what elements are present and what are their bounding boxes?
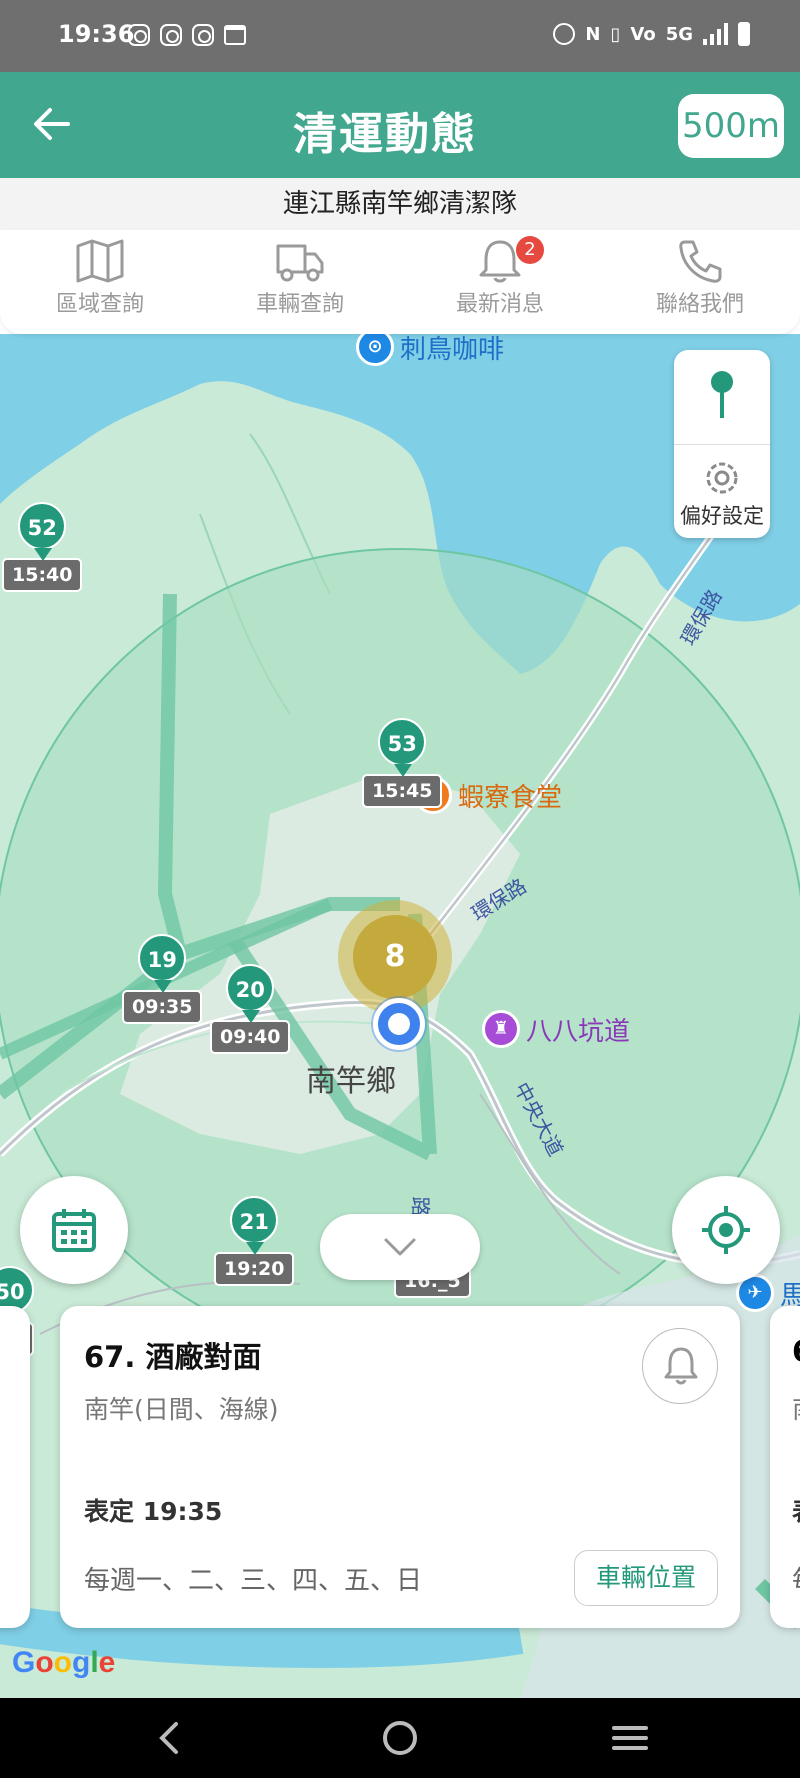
vibrate-icon: ▯: [610, 23, 621, 45]
map-view[interactable]: ⊙ 刺鳥咖啡 ψ 蝦寮食堂 ♜ 八八坑道 ✈ 馬 環保路 環保路 中央大道 路 …: [0, 334, 800, 1698]
system-nav-bar: [0, 1698, 800, 1778]
tab-label: 聯絡我們: [655, 292, 744, 317]
shopping-bag-icon: ⊙: [356, 334, 394, 366]
status-bar: 19:36 N ▯ Vo 5G: [0, 0, 800, 72]
stop-pin[interactable]: 53 15:45: [362, 718, 443, 808]
poi-cafe[interactable]: ⊙ 刺鳥咖啡: [356, 334, 504, 366]
tab-contact-us[interactable]: 聯絡我們: [600, 230, 800, 334]
tab-label: 區域查詢: [55, 292, 144, 317]
preferences-label: 偏好設定: [680, 504, 764, 528]
instagram-icon: [160, 24, 182, 46]
gear-icon[interactable]: [700, 456, 744, 500]
scheduled-time: 表定 19:35: [84, 1497, 223, 1526]
radius-button[interactable]: 500m: [678, 94, 784, 158]
truck-icon: [276, 244, 324, 282]
stop-name: 67. 酒廠對面: [84, 1340, 262, 1374]
my-location-button[interactable]: [672, 1176, 780, 1284]
alarm-icon: [553, 23, 576, 45]
poi-tunnel[interactable]: ♜ 八八坑道: [482, 1010, 630, 1048]
stop-card-previous[interactable]: [0, 1306, 30, 1628]
app-header: 清運動態 500m: [0, 72, 800, 178]
signal-icon: [703, 23, 728, 45]
landmark-icon: ♜: [482, 1010, 520, 1048]
tab-bar: 區域查詢 車輛查詢 2 最新消息 聯絡我們: [0, 230, 800, 334]
stop-pin[interactable]: 52 15:40: [2, 502, 83, 592]
back-nav-icon[interactable]: [150, 1718, 190, 1758]
instagram-icon: [128, 24, 150, 46]
vehicle-location-button[interactable]: 車輛位置: [574, 1550, 718, 1606]
notification-badge: 2: [516, 236, 544, 264]
calendar-notification-icon: [224, 25, 246, 45]
stop-pin[interactable]: 21 19:20: [214, 1196, 295, 1286]
tab-label: 最新消息: [455, 292, 544, 317]
map-icon: [76, 239, 124, 283]
map-side-controls: 偏好設定: [674, 350, 770, 538]
stop-pin[interactable]: 19 09:35: [122, 934, 203, 1024]
google-attribution: Google: [12, 1646, 116, 1679]
crosshair-icon: [702, 1206, 750, 1254]
reminder-button[interactable]: [642, 1328, 718, 1404]
stop-card-next[interactable]: 6 南 表 每: [770, 1306, 800, 1628]
status-time: 19:36: [58, 20, 135, 48]
pin-toggle-icon[interactable]: [702, 368, 742, 420]
tab-area-search[interactable]: 區域查詢: [0, 230, 200, 334]
instagram-icon: [192, 24, 214, 46]
battery-icon: [738, 22, 750, 46]
service-days: 每週一、二、三、四、五、日: [84, 1566, 423, 1596]
route-name: 南竿(日間、海線): [84, 1395, 279, 1424]
tab-latest-news[interactable]: 2 最新消息: [400, 230, 600, 334]
chevron-down-icon: [384, 1238, 416, 1256]
recents-nav-icon[interactable]: [610, 1718, 650, 1758]
stop-card[interactable]: 67. 酒廠對面 南竿(日間、海線) 表定 19:35 每週一、二、三、四、五、…: [60, 1306, 740, 1628]
nfc-icon: N: [585, 23, 601, 45]
current-location-dot: [373, 998, 425, 1050]
tab-vehicle-search[interactable]: 車輛查詢: [200, 230, 400, 334]
calendar-button[interactable]: [20, 1176, 128, 1284]
stop-pin[interactable]: 20 09:40: [210, 964, 291, 1054]
calendar-icon: [52, 1209, 96, 1252]
volte-icon: Vo: [630, 23, 656, 45]
team-name: 連江縣南竿鄉清潔隊: [0, 178, 800, 230]
page-title: 清運動態: [293, 109, 477, 160]
stop-cluster[interactable]: 8: [353, 915, 437, 999]
bell-icon: [664, 1347, 698, 1385]
network-type: 5G: [665, 23, 693, 45]
tab-label: 車輛查詢: [255, 292, 344, 317]
phone-icon: [679, 240, 722, 283]
collapse-panel-button[interactable]: [320, 1214, 480, 1280]
home-nav-icon[interactable]: [380, 1718, 420, 1758]
town-label: 南竿鄉: [306, 1064, 396, 1099]
